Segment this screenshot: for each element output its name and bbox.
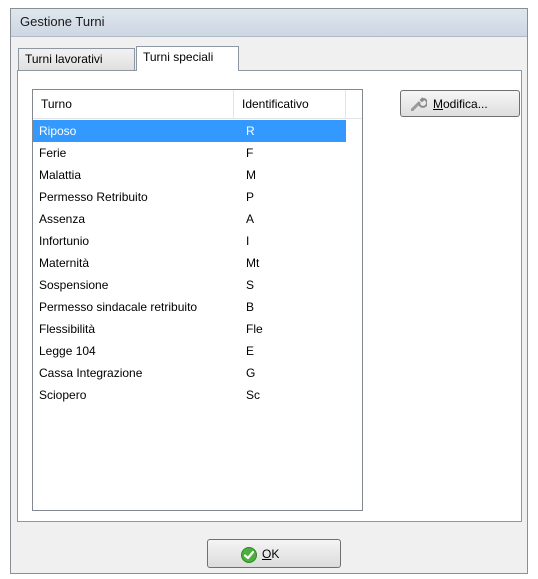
list-item[interactable]: Sospensione S — [33, 274, 362, 296]
turno-name: Sciopero — [39, 388, 87, 402]
turno-name: Riposo — [39, 124, 77, 138]
turno-code: Mt — [246, 256, 260, 270]
tab-panel-turni-speciali: Turno Identificativo Riposo R Ferie F Mala… — [17, 70, 522, 522]
turno-code: B — [246, 300, 255, 314]
check-icon — [241, 547, 257, 563]
turno-code: P — [246, 190, 255, 204]
list-item[interactable]: Assenza A — [33, 208, 362, 230]
list-item[interactable]: Riposo R — [33, 120, 346, 142]
ok-button-label: OK — [262, 547, 280, 561]
turno-name: Infortunio — [39, 234, 90, 248]
list-item[interactable]: Legge 104 E — [33, 340, 362, 362]
list-item[interactable]: Permesso sindacale retribuito B — [33, 296, 362, 318]
tab-turni-lavorativi[interactable]: Turni lavorativi — [18, 48, 135, 70]
turno-name: Malattia — [39, 168, 82, 182]
turno-name: Sospensione — [39, 278, 109, 292]
turno-code: F — [246, 146, 254, 160]
turno-name: Permesso Retribuito — [39, 190, 148, 204]
list-item[interactable]: Infortunio I — [33, 230, 362, 252]
turno-name: Permesso sindacale retribuito — [39, 300, 198, 314]
list-item[interactable]: Malattia M — [33, 164, 362, 186]
turno-name: Maternità — [39, 256, 90, 270]
list-item[interactable]: Cassa Integrazione G — [33, 362, 362, 384]
turno-name: Legge 104 — [39, 344, 96, 358]
list-item[interactable]: Maternità Mt — [33, 252, 362, 274]
turno-name: Cassa Integrazione — [39, 366, 143, 380]
turno-code: S — [246, 278, 255, 292]
list-item[interactable]: Flessibilità Fle — [33, 318, 362, 340]
modifica-button[interactable]: Modifica... — [400, 90, 520, 117]
column-header-turno[interactable]: Turno — [33, 90, 234, 118]
turno-code: A — [246, 212, 255, 226]
window-title: Gestione Turni — [20, 14, 105, 29]
turno-name: Assenza — [39, 212, 86, 226]
tab-turni-speciali[interactable]: Turni speciali — [136, 46, 239, 71]
list-item[interactable]: Permesso Retribuito P — [33, 186, 362, 208]
title-bar: Gestione Turni — [11, 9, 527, 37]
turno-name: Flessibilità — [39, 322, 96, 336]
dialog-window: Gestione Turni Turni lavorativi Turni sp… — [10, 8, 528, 574]
list-header: Turno Identificativo — [33, 90, 362, 119]
turno-name: Ferie — [39, 146, 67, 160]
list-rows: Riposo R Ferie F Malattia M Permesso Retrib… — [33, 120, 362, 406]
column-header-identificativo[interactable]: Identificativo — [234, 90, 346, 118]
wrench-icon — [411, 97, 427, 111]
turno-code: Sc — [246, 388, 261, 402]
turno-code: R — [246, 124, 255, 138]
turno-code: G — [246, 366, 256, 380]
turno-code: Fle — [246, 322, 263, 336]
list-item[interactable]: Sciopero Sc — [33, 384, 362, 406]
turno-code: M — [246, 168, 256, 182]
turno-code: E — [246, 344, 255, 358]
turno-code: I — [246, 234, 250, 248]
modifica-button-label: Modifica... — [433, 97, 488, 111]
turni-list[interactable]: Turno Identificativo Riposo R Ferie F Mala… — [32, 89, 363, 511]
list-item[interactable]: Ferie F — [33, 142, 362, 164]
ok-button[interactable]: OK — [207, 539, 341, 568]
